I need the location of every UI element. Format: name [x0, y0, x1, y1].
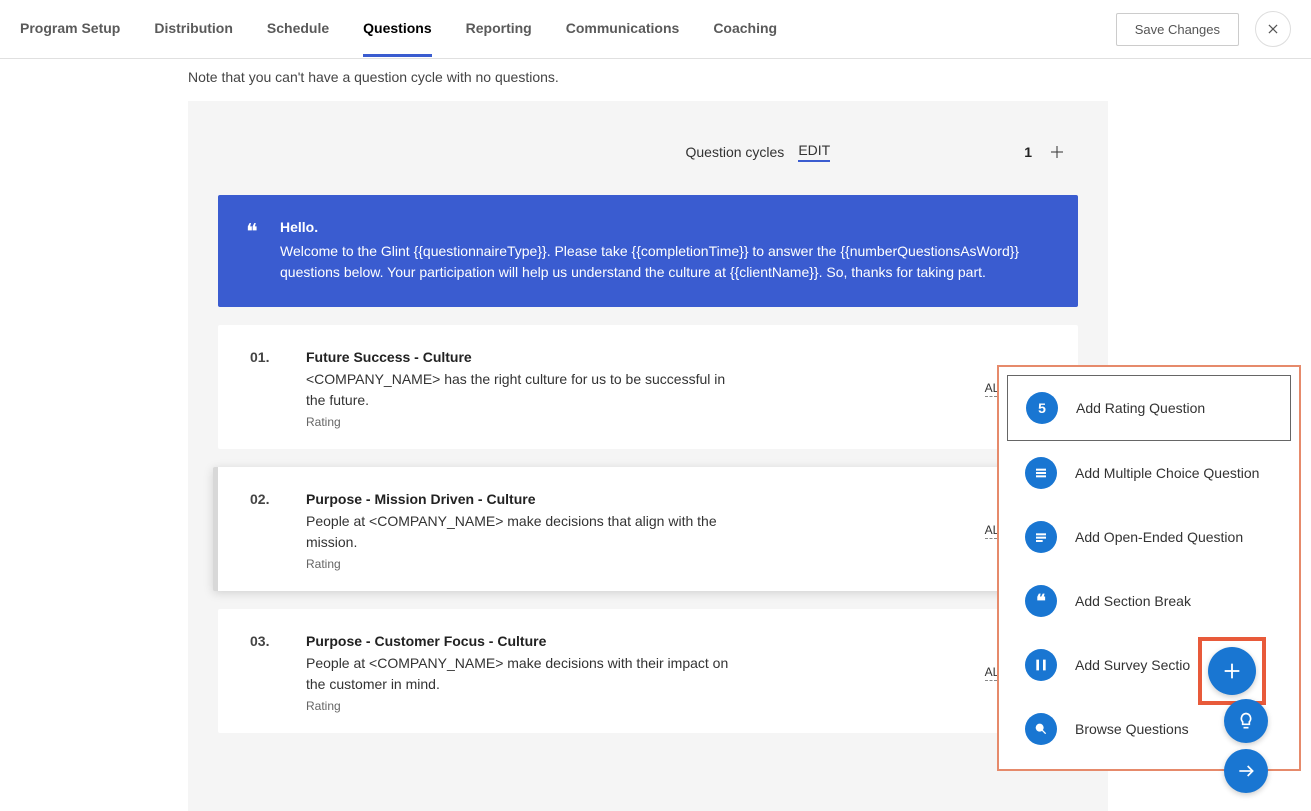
nav-tabs: Program Setup Distribution Schedule Ques…	[20, 2, 777, 57]
question-text: <COMPANY_NAME> has the right culture for…	[306, 369, 736, 411]
menu-label: Add Open-Ended Question	[1075, 529, 1243, 545]
question-title: Purpose - Customer Focus - Culture	[306, 633, 961, 649]
search-icon	[1025, 713, 1057, 745]
cycles-label: Question cycles	[685, 144, 784, 160]
tab-communications[interactable]: Communications	[566, 2, 680, 57]
question-canvas: Question cycles EDIT 1 ❝ Hello. Welcome …	[188, 101, 1108, 811]
question-number: 01.	[250, 349, 282, 429]
text-icon	[1025, 521, 1057, 553]
question-number: 03.	[250, 633, 282, 713]
fab-highlight	[1198, 637, 1266, 705]
intro-card[interactable]: ❝ Hello. Welcome to the Glint {{question…	[218, 195, 1078, 307]
tab-coaching[interactable]: Coaching	[713, 2, 777, 57]
arrow-right-icon	[1236, 761, 1256, 781]
question-type: Rating	[306, 557, 961, 571]
menu-add-rating[interactable]: 5 Add Rating Question	[1007, 375, 1291, 441]
plus-icon	[1221, 660, 1243, 682]
next-fab[interactable]	[1224, 749, 1268, 793]
lightbulb-icon	[1236, 711, 1256, 731]
close-button[interactable]	[1255, 11, 1291, 47]
save-changes-button[interactable]: Save Changes	[1116, 13, 1239, 46]
edit-cycles-link[interactable]: EDIT	[798, 142, 830, 162]
question-title: Future Success - Culture	[306, 349, 961, 365]
menu-label: Add Survey Sectio	[1075, 657, 1190, 673]
tab-reporting[interactable]: Reporting	[466, 2, 532, 57]
question-type: Rating	[306, 699, 961, 713]
tab-distribution[interactable]: Distribution	[154, 2, 233, 57]
plus-icon	[1048, 143, 1066, 161]
tab-schedule[interactable]: Schedule	[267, 2, 329, 57]
hint-fab[interactable]	[1224, 699, 1268, 743]
menu-label: Add Rating Question	[1076, 400, 1205, 416]
note-text: Note that you can't have a question cycl…	[188, 59, 1311, 101]
question-number: 02.	[250, 491, 282, 571]
menu-add-section-break[interactable]: ❝ Add Section Break	[1007, 569, 1291, 633]
tab-program-setup[interactable]: Program Setup	[20, 2, 120, 57]
question-title: Purpose - Mission Driven - Culture	[306, 491, 961, 507]
question-card[interactable]: 03. Purpose - Customer Focus - Culture P…	[218, 609, 1078, 733]
close-icon	[1266, 22, 1280, 36]
question-text: People at <COMPANY_NAME> make decisions …	[306, 511, 736, 553]
question-text: People at <COMPANY_NAME> make decisions …	[306, 653, 736, 695]
question-type: Rating	[306, 415, 961, 429]
quote-icon: ❝	[246, 219, 258, 245]
brackets-icon	[1025, 649, 1057, 681]
tab-questions[interactable]: Questions	[363, 2, 431, 57]
rating-badge-icon: 5	[1026, 392, 1058, 424]
question-card[interactable]: 01. Future Success - Culture <COMPANY_NA…	[218, 325, 1078, 449]
menu-label: Browse Questions	[1075, 721, 1189, 737]
question-card[interactable]: 02. Purpose - Mission Driven - Culture P…	[213, 467, 1078, 591]
cycles-count: 1	[1024, 144, 1032, 160]
intro-body: Welcome to the Glint {{questionnaireType…	[280, 241, 1048, 283]
intro-title: Hello.	[280, 219, 1048, 235]
list-icon	[1025, 457, 1057, 489]
menu-label: Add Multiple Choice Question	[1075, 465, 1259, 481]
menu-add-multiple-choice[interactable]: Add Multiple Choice Question	[1007, 441, 1291, 505]
add-fab[interactable]	[1208, 647, 1256, 695]
quote-icon: ❝	[1025, 585, 1057, 617]
add-cycle-button[interactable]	[1046, 141, 1068, 163]
menu-add-open-ended[interactable]: Add Open-Ended Question	[1007, 505, 1291, 569]
menu-label: Add Section Break	[1075, 593, 1191, 609]
